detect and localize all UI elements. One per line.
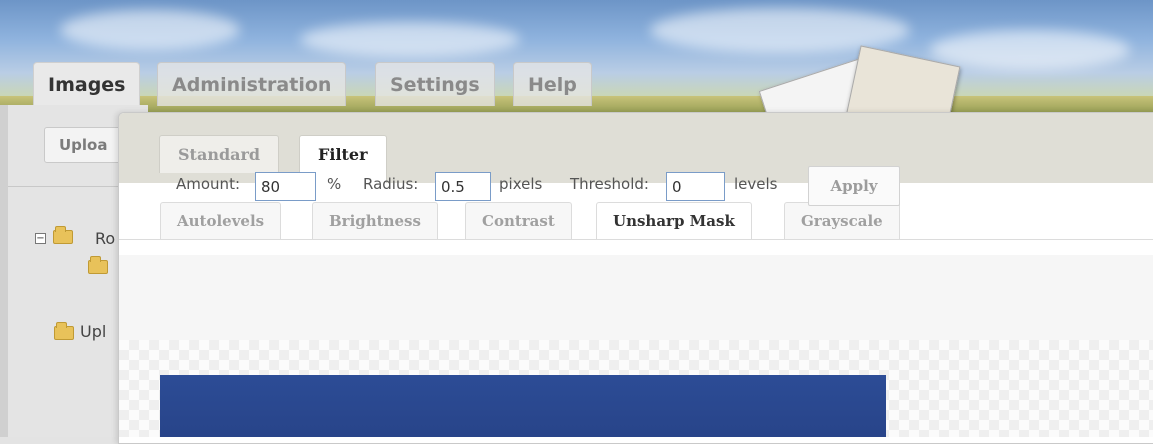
filter-tab-contrast[interactable]: Contrast (465, 202, 572, 240)
tree-collapse-icon[interactable]: − (35, 233, 46, 244)
folder-icon (88, 256, 108, 274)
tab-settings[interactable]: Settings (375, 62, 495, 106)
radius-label: Radius: (363, 175, 419, 193)
upload-folder-icon (54, 322, 74, 340)
amount-label: Amount: (176, 175, 240, 193)
cloud-decoration (60, 10, 240, 50)
amount-unit: % (327, 175, 342, 193)
threshold-unit: levels (734, 175, 778, 193)
tree-root-label[interactable]: Ro (95, 229, 115, 248)
cloud-decoration (930, 30, 1130, 70)
filter-tabs-divider (119, 239, 1153, 240)
filter-tab-grayscale[interactable]: Grayscale (784, 202, 900, 240)
tab-images[interactable]: Images (33, 62, 141, 106)
apply-button[interactable]: Apply (808, 166, 900, 206)
folder-icon (53, 226, 73, 244)
cloud-decoration (300, 22, 520, 57)
filter-tab-unsharp-mask[interactable]: Unsharp Mask (596, 202, 752, 240)
filter-tab-brightness[interactable]: Brightness (312, 202, 438, 240)
threshold-label: Threshold: (570, 175, 649, 193)
tab-standard[interactable]: Standard (159, 135, 280, 173)
amount-input[interactable] (255, 172, 316, 201)
tab-administration[interactable]: Administration (157, 62, 347, 106)
cloud-decoration (650, 8, 910, 53)
tab-help[interactable]: Help (513, 62, 592, 106)
radius-unit: pixels (499, 175, 543, 193)
filter-tab-autolevels[interactable]: Autolevels (160, 202, 282, 240)
upload-link[interactable]: Upl (80, 322, 106, 341)
image-preview[interactable] (160, 375, 886, 437)
unsharp-options-panel (119, 255, 1153, 341)
radius-input[interactable] (435, 172, 491, 201)
threshold-input[interactable] (666, 172, 725, 201)
